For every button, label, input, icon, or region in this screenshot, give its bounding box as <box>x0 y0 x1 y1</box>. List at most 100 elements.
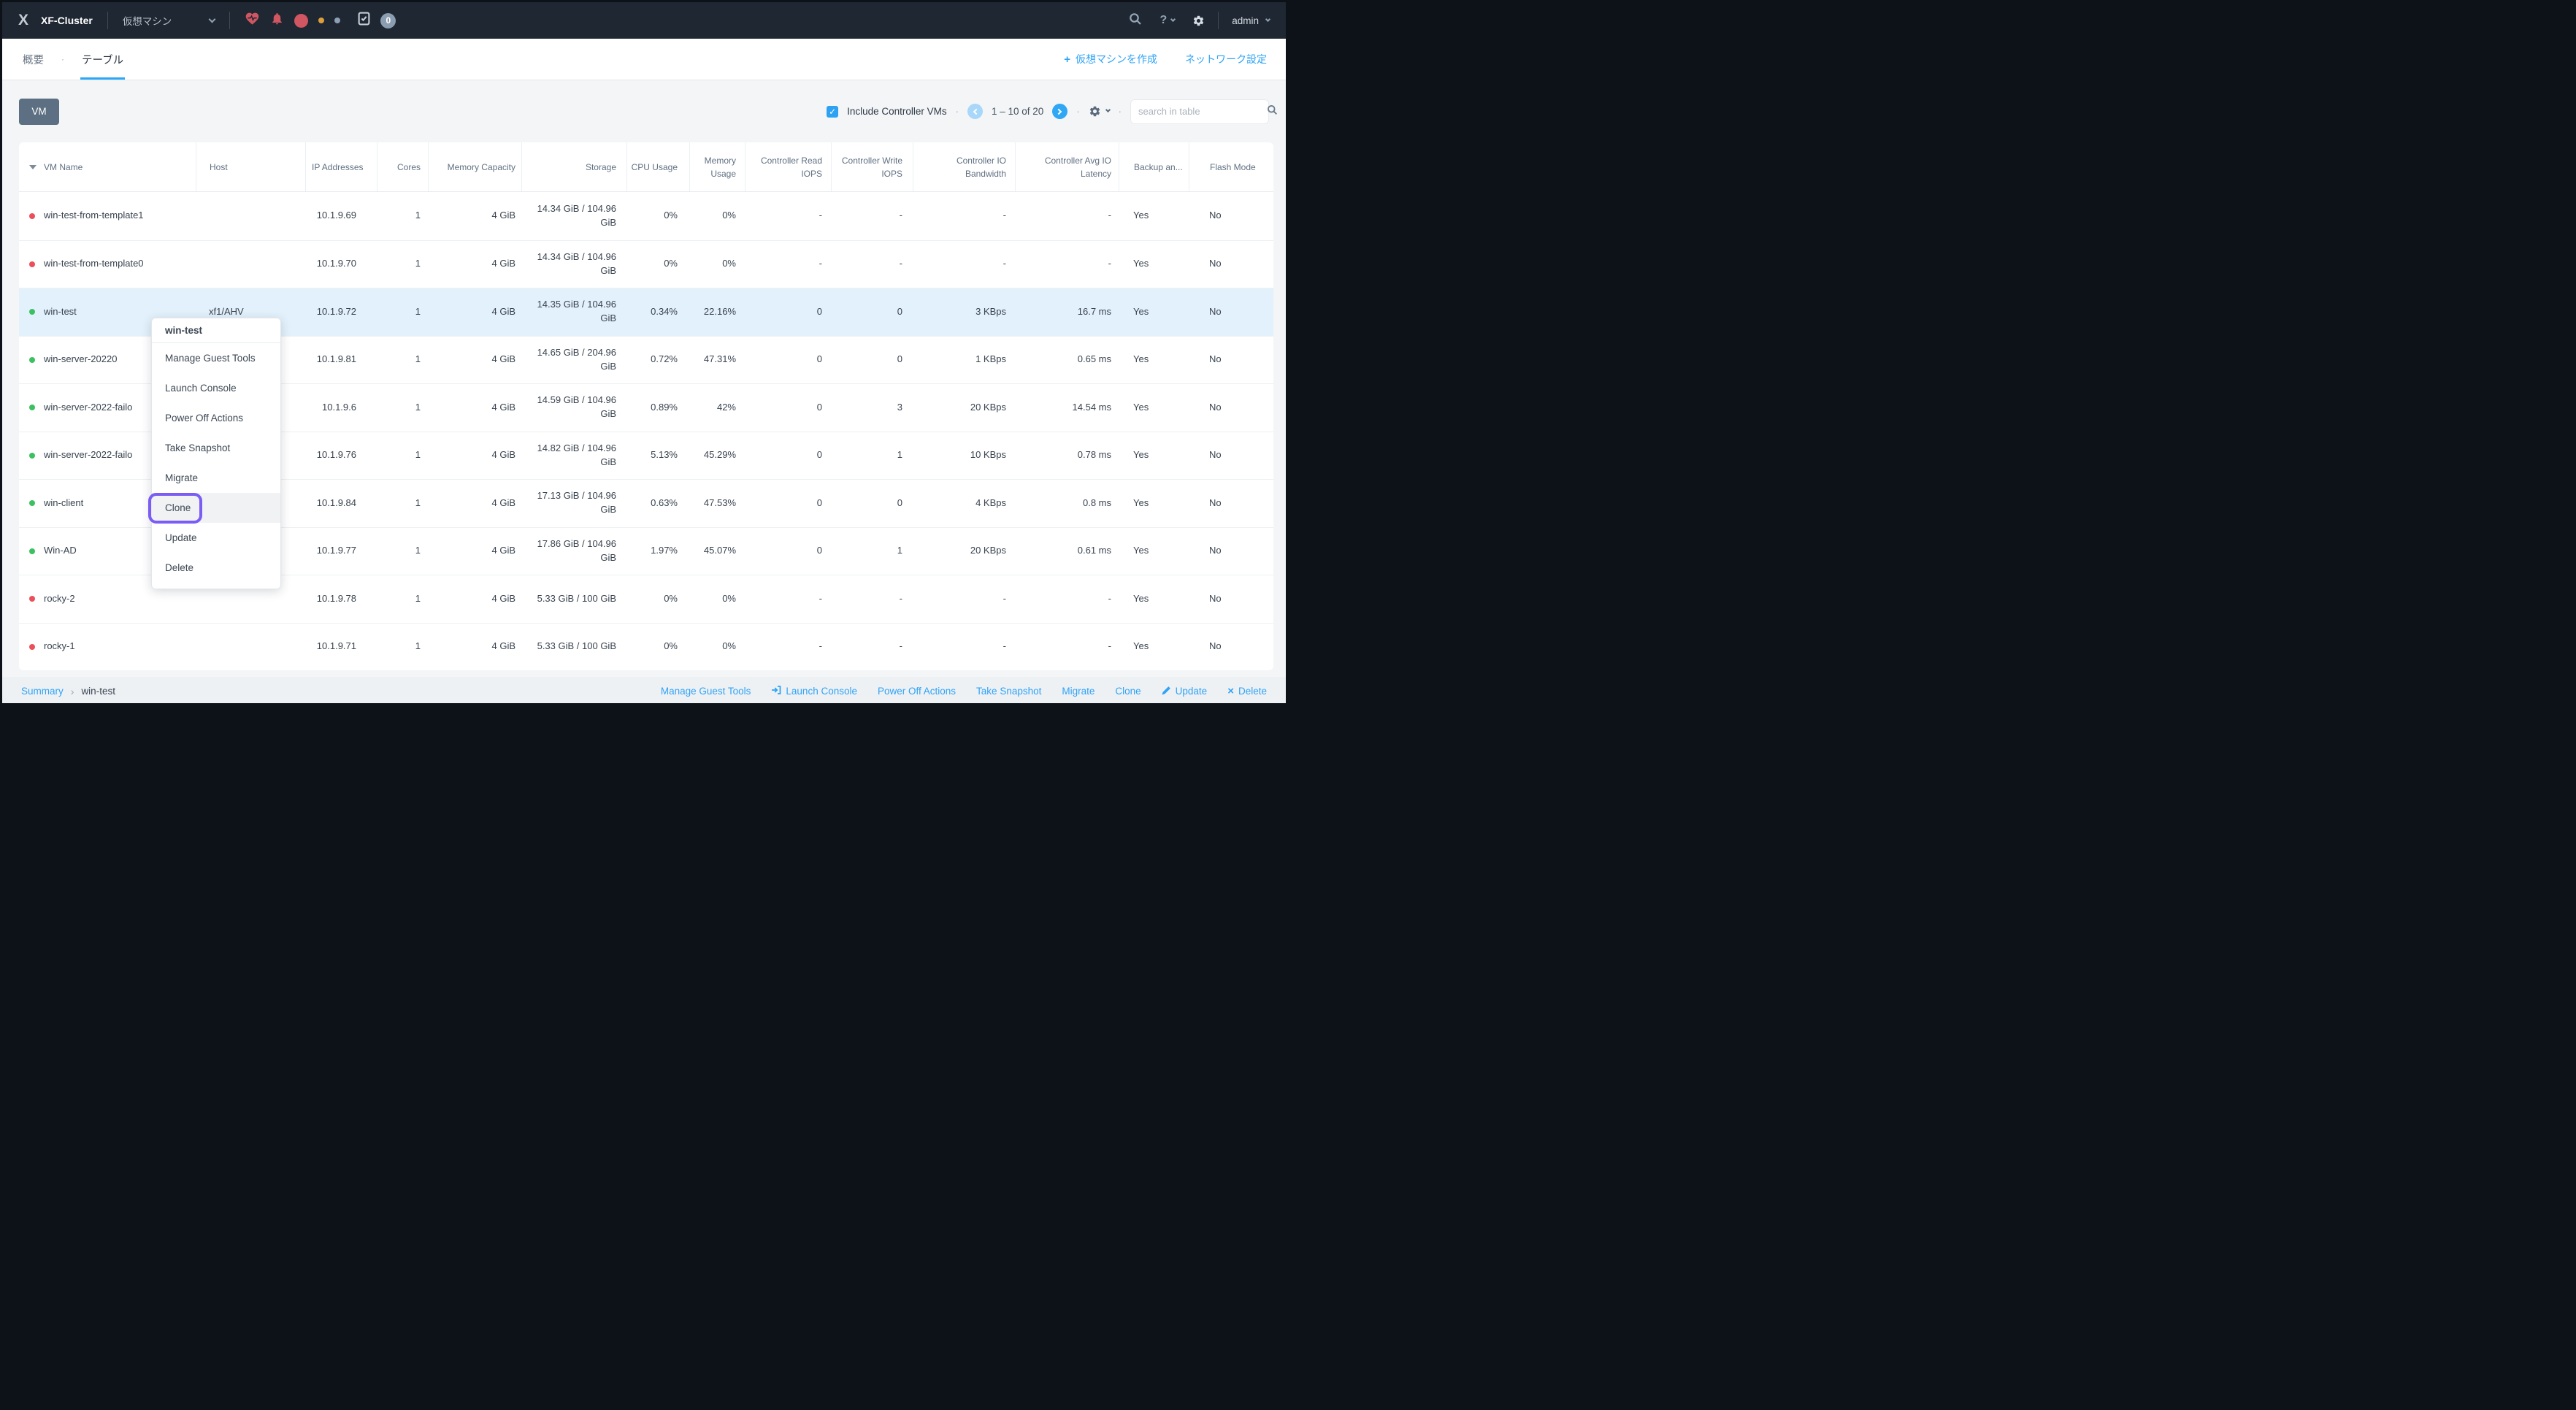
cell-value: 10.1.9.6 <box>322 401 356 415</box>
vm-status-dot <box>29 453 35 459</box>
cell-write_iops: 0 <box>831 288 913 336</box>
footer-action-delete[interactable]: ×Delete <box>1227 686 1267 697</box>
vm-name[interactable]: Win-AD <box>44 544 77 558</box>
column-header[interactable]: VM Name <box>19 142 196 191</box>
cell-storage: 17.13 GiB / 104.96 GiB <box>521 480 626 527</box>
footer-action-update[interactable]: Update <box>1162 686 1208 697</box>
footer-action-manage-guest-tools[interactable]: Manage Guest Tools <box>661 686 751 697</box>
column-header[interactable]: Controller Avg IO Latency <box>1015 142 1119 191</box>
vm-name[interactable]: win-test-from-template0 <box>44 257 144 271</box>
footer-action-power-off-actions[interactable]: Power Off Actions <box>878 686 956 697</box>
health-heart-icon[interactable] <box>245 11 260 30</box>
create-vm-link[interactable]: + 仮想マシンを作成 <box>1064 52 1157 66</box>
settings-gear-icon[interactable] <box>1192 15 1205 27</box>
column-header[interactable]: Controller Write IOPS <box>831 142 913 191</box>
cell-cores: 1 <box>377 337 428 384</box>
tab-overview[interactable]: 概要 <box>21 39 45 80</box>
column-header[interactable]: Backup an... <box>1119 142 1189 191</box>
table-settings-gear-icon[interactable] <box>1089 105 1110 118</box>
vm-name[interactable]: win-client <box>44 497 83 510</box>
footer-action-label: Power Off Actions <box>878 686 956 697</box>
cell-ip: 10.1.9.6 <box>305 384 377 432</box>
column-header[interactable]: CPU Usage <box>626 142 689 191</box>
breadcrumb-summary-link[interactable]: Summary <box>21 686 64 697</box>
cell-value: 16.7 ms <box>1078 305 1111 319</box>
footer-action-launch-console[interactable]: Launch Console <box>771 685 857 697</box>
cell-io_latency: - <box>1015 624 1119 671</box>
cell-backup: Yes <box>1119 288 1189 336</box>
column-header[interactable]: Host <box>196 142 305 191</box>
cell-value: 1 <box>415 497 421 510</box>
tab-separator: · <box>61 54 64 64</box>
vm-name[interactable]: win-server-20220 <box>44 353 117 367</box>
cell-value: 0 <box>817 448 822 462</box>
cell-write_iops: - <box>831 241 913 288</box>
column-header[interactable]: Memory Usage <box>689 142 745 191</box>
vm-type-button[interactable]: VM <box>19 99 59 125</box>
cell-value: 4 GiB <box>491 209 515 223</box>
cell-value: No <box>1209 592 1222 606</box>
nutanix-x-logo-icon[interactable]: X <box>18 12 28 29</box>
task-count-badge[interactable]: 0 <box>380 13 396 28</box>
table-search-input[interactable] <box>1138 106 1267 117</box>
column-header[interactable]: Controller Read IOPS <box>745 142 831 191</box>
vm-status-dot <box>29 405 35 410</box>
context-menu-item-migrate[interactable]: Migrate <box>152 463 280 493</box>
vm-name[interactable]: win-test-from-template1 <box>44 209 144 223</box>
footer-action-clone[interactable]: Clone <box>1115 686 1141 697</box>
vm-name[interactable]: win-test <box>44 305 77 319</box>
context-menu-item-power-off-actions[interactable]: Power Off Actions <box>152 403 280 433</box>
cell-write_iops: 1 <box>831 528 913 575</box>
context-menu-item-delete[interactable]: Delete <box>152 553 280 583</box>
context-menu-item-clone[interactable]: Clone <box>152 493 280 523</box>
cell-cores: 1 <box>377 384 428 432</box>
cell-value: 10.1.9.69 <box>317 209 356 223</box>
column-header[interactable]: Memory Capacity <box>428 142 521 191</box>
column-header[interactable]: Storage <box>521 142 626 191</box>
critical-alert-dot-icon[interactable] <box>294 14 308 28</box>
column-header[interactable]: Cores <box>377 142 428 191</box>
next-page-button[interactable] <box>1052 104 1067 119</box>
entity-menu-dropdown[interactable]: 仮想マシン <box>123 13 215 28</box>
help-menu[interactable]: ? <box>1159 14 1175 27</box>
context-menu-item-manage-guest-tools[interactable]: Manage Guest Tools <box>152 343 280 373</box>
cell-value: 10.1.9.76 <box>317 448 356 462</box>
vm-name[interactable]: win-server-2022-failo <box>44 448 132 462</box>
cell-memory: 4 GiB <box>428 624 521 671</box>
cell-value: 1 <box>415 448 421 462</box>
context-menu-item-update[interactable]: Update <box>152 523 280 553</box>
context-menu-item-take-snapshot[interactable]: Take Snapshot <box>152 433 280 463</box>
info-dot-icon[interactable] <box>334 18 340 23</box>
footer-action-migrate[interactable]: Migrate <box>1062 686 1095 697</box>
user-menu-label[interactable]: admin <box>1232 15 1259 26</box>
cell-value: 3 KBps <box>975 305 1006 319</box>
cell-mem: 47.31% <box>689 337 745 384</box>
vm-name[interactable]: rocky-2 <box>44 592 75 606</box>
cell-value: No <box>1209 305 1222 319</box>
cell-io_latency: 0.65 ms <box>1015 337 1119 384</box>
alerts-bell-icon[interactable] <box>270 12 284 29</box>
cell-value: 4 GiB <box>491 305 515 319</box>
tab-table[interactable]: テーブル <box>80 39 125 80</box>
table-row[interactable]: rocky-110.1.9.7114 GiB5.33 GiB / 100 GiB… <box>19 623 1273 671</box>
context-menu-item-launch-console[interactable]: Launch Console <box>152 373 280 403</box>
cell-value: 1 <box>897 544 902 558</box>
cell-value: - <box>1003 592 1006 606</box>
footer-action-take-snapshot[interactable]: Take Snapshot <box>976 686 1041 697</box>
chevron-down-icon <box>209 15 216 23</box>
previous-page-button[interactable] <box>967 104 983 119</box>
cell-value: 1 <box>415 257 421 271</box>
vm-name[interactable]: win-server-2022-failo <box>44 401 132 415</box>
search-icon[interactable] <box>1129 12 1142 29</box>
network-config-link[interactable]: ネットワーク設定 <box>1185 52 1267 66</box>
cell-value: 14.34 GiB / 104.96 GiB <box>521 250 616 278</box>
table-row[interactable]: win-test-from-template110.1.9.6914 GiB14… <box>19 192 1273 240</box>
column-header[interactable]: Controller IO Bandwidth <box>913 142 1015 191</box>
include-controller-vms-checkbox[interactable]: ✓ <box>827 106 838 118</box>
table-row[interactable]: win-test-from-template010.1.9.7014 GiB14… <box>19 240 1273 288</box>
column-header[interactable]: IP Addresses <box>305 142 377 191</box>
vm-name[interactable]: rocky-1 <box>44 640 75 654</box>
column-header[interactable]: Flash Mode <box>1189 142 1273 191</box>
warning-dot-icon[interactable] <box>318 18 324 23</box>
tasks-clipboard-icon[interactable] <box>358 12 370 29</box>
